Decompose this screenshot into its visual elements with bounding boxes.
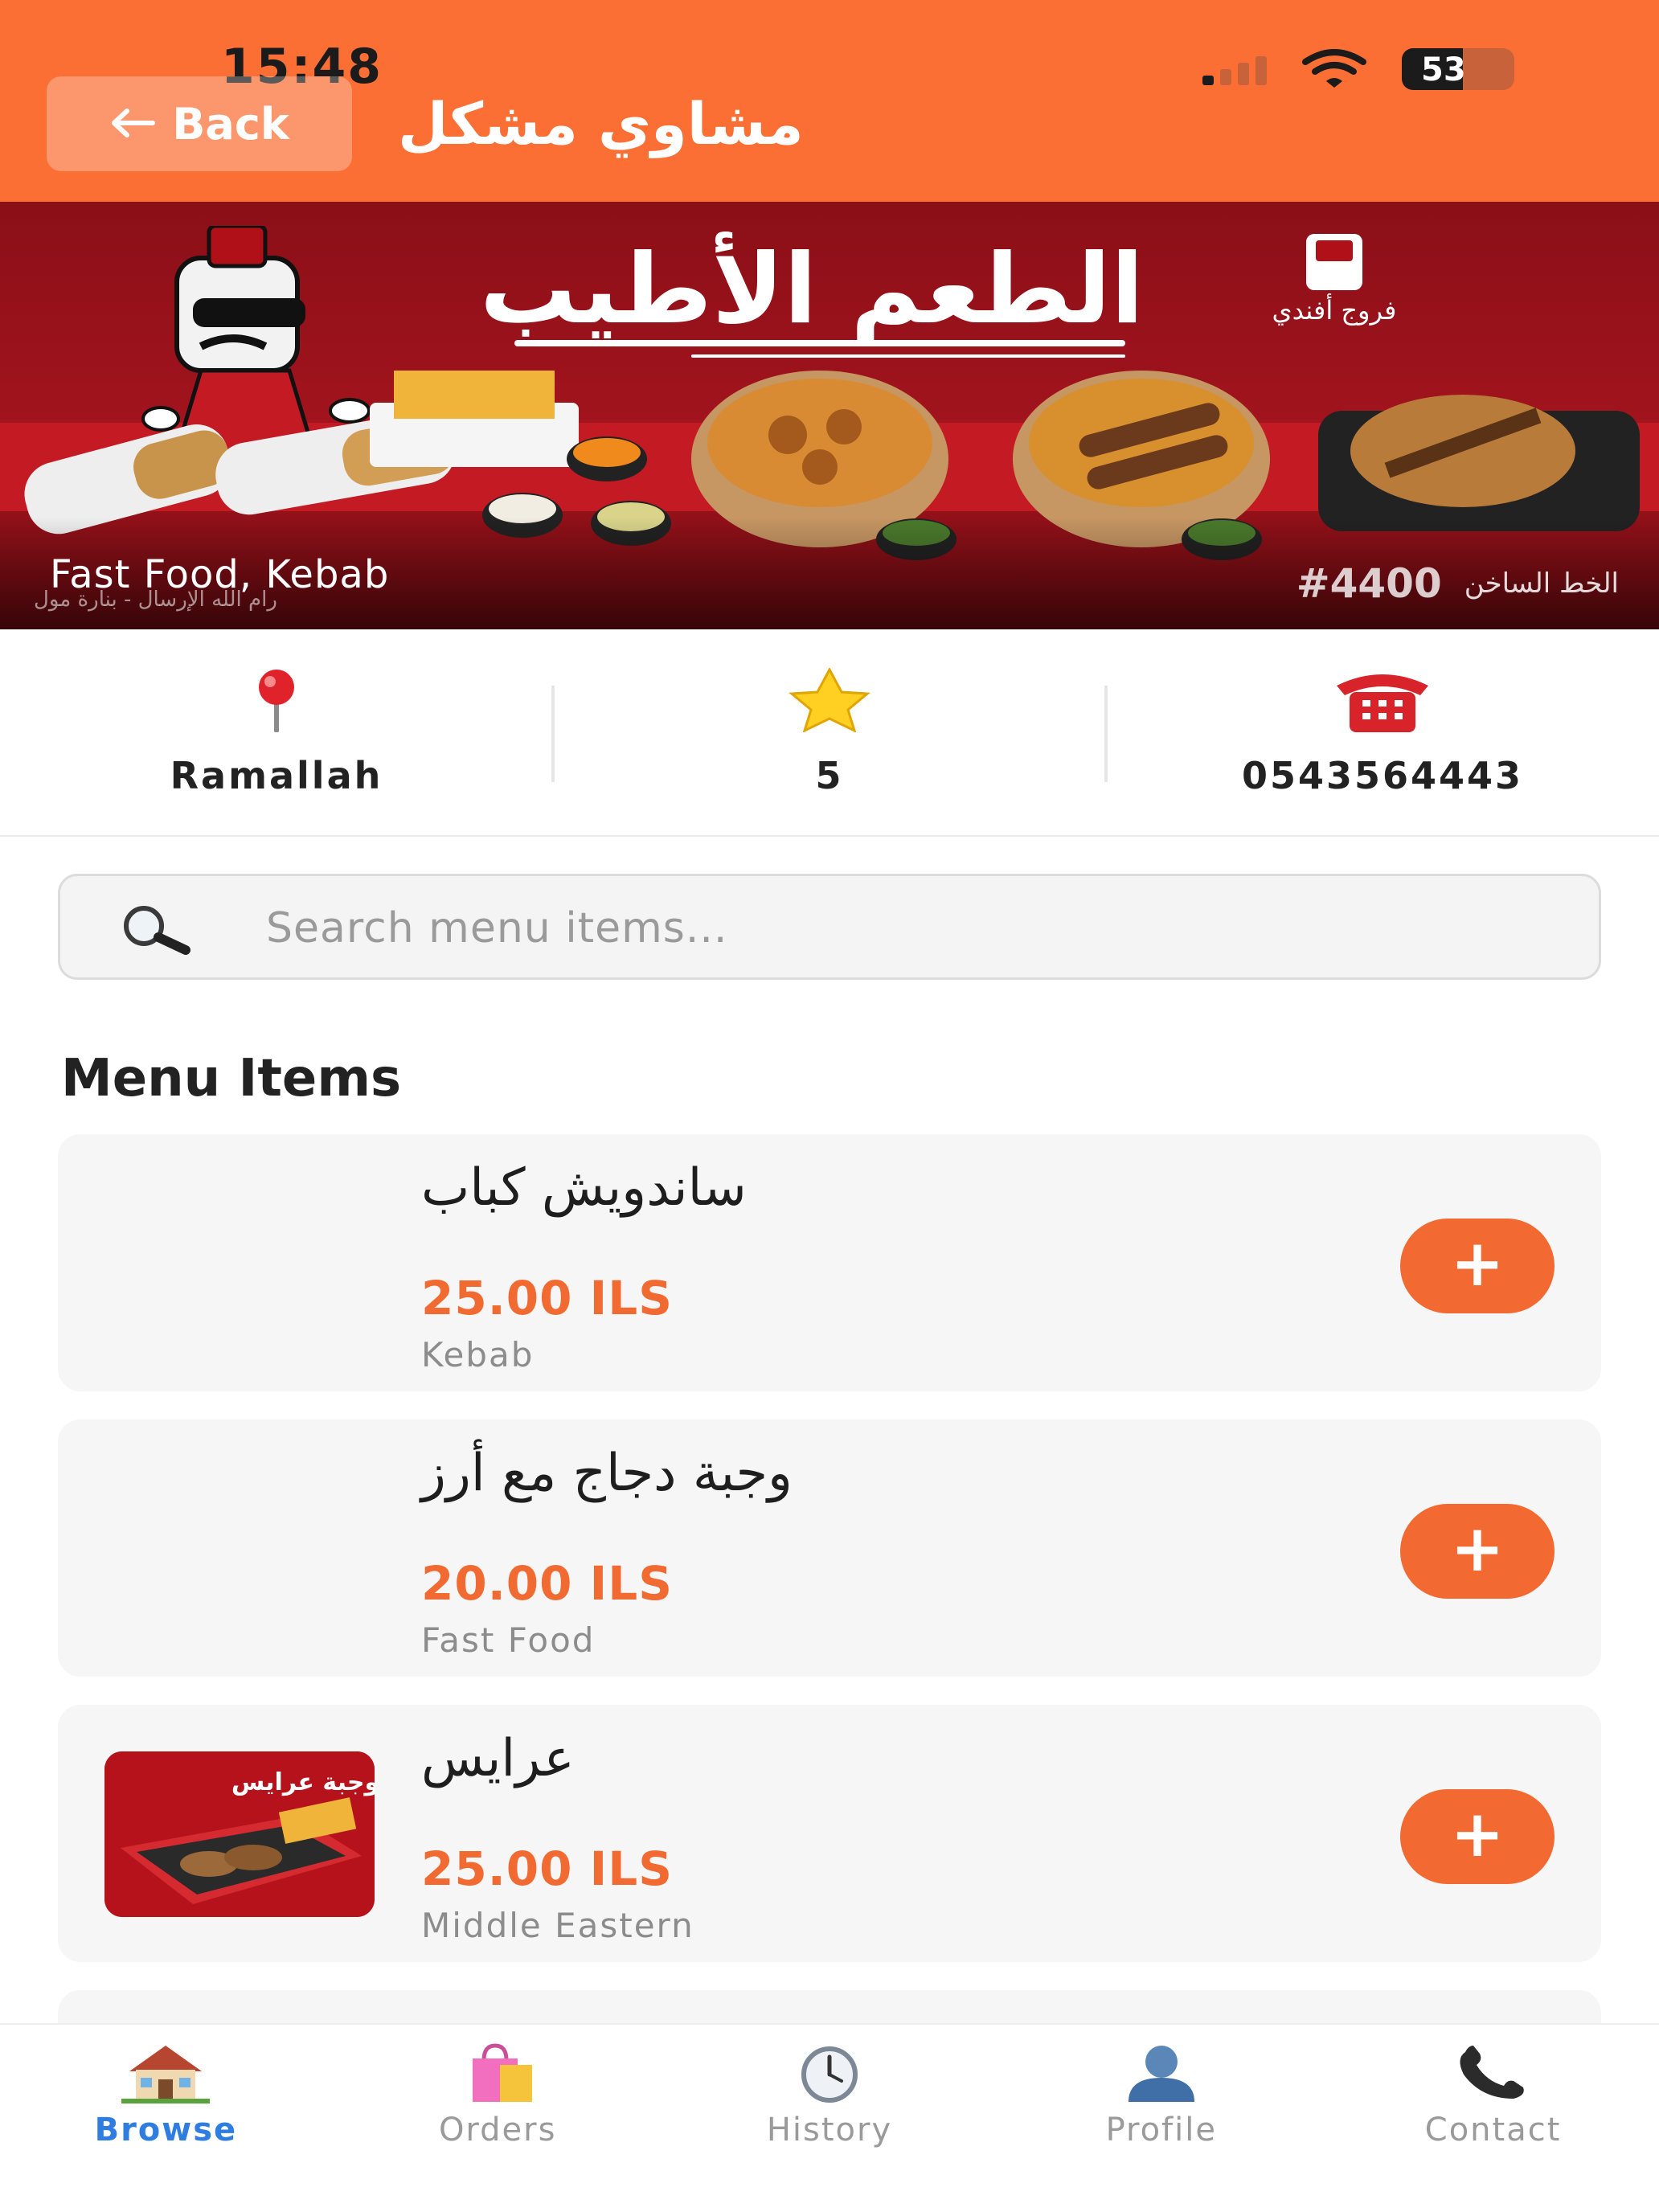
telephone-icon	[1337, 674, 1428, 732]
hotline-number: #4400	[1296, 560, 1442, 607]
battery-level: 53	[1421, 51, 1466, 88]
back-button-label: Back	[172, 98, 289, 150]
page-title: مشاوي مشكل	[398, 90, 804, 158]
map-pin-icon	[259, 670, 294, 732]
nav-contact[interactable]: Contact	[1327, 2025, 1659, 2212]
bottom-navigation: Browse Orders History Profile Contact	[0, 2023, 1659, 2212]
nav-label: Contact	[1424, 2112, 1562, 2149]
nav-browse[interactable]: Browse	[0, 2025, 332, 2212]
menu-item-price: 25.00 ILS	[421, 1271, 673, 1325]
divider	[551, 686, 555, 782]
nav-label: Profile	[1105, 2112, 1217, 2149]
back-button[interactable]: Back	[47, 76, 352, 171]
add-to-cart-button[interactable]: +	[1400, 1789, 1555, 1884]
section-title: Menu Items	[61, 1049, 402, 1108]
menu-item-category: Middle Eastern	[421, 1906, 694, 1945]
menu-item-name: عرايس	[421, 1729, 575, 1788]
menu-item-name: ساندويش كباب	[421, 1158, 747, 1218]
menu-item-card[interactable]: ساندويش كباب 25.00 ILS Kebab +	[58, 1134, 1601, 1391]
hotline: #4400 الخط الساخن	[1296, 560, 1619, 607]
hotline-label: الخط الساخن	[1464, 567, 1619, 600]
nav-label: History	[766, 2112, 893, 2149]
star-icon	[789, 668, 870, 732]
arrow-left-icon	[109, 99, 156, 150]
phone-value: 0543564443	[1241, 754, 1524, 797]
plus-icon: +	[1450, 1226, 1505, 1301]
phone-info[interactable]: 0543564443	[1106, 629, 1659, 835]
cellular-signal-icon	[1202, 53, 1267, 85]
brand-logo: فروج أفندي	[1254, 234, 1415, 326]
divider	[1104, 686, 1108, 782]
nav-history[interactable]: History	[664, 2025, 996, 2212]
nav-label: Browse	[94, 2112, 238, 2149]
wifi-icon	[1302, 49, 1366, 88]
search-icon	[124, 906, 190, 955]
clock-icon	[801, 2046, 858, 2103]
plus-icon: +	[1450, 1511, 1505, 1586]
restaurant-categories: Fast Food, Kebab	[50, 552, 390, 597]
status-indicators: 53	[1202, 48, 1514, 90]
location-value: Ramallah	[170, 754, 383, 797]
menu-item-image: وجبة عرايس	[104, 1751, 375, 1917]
brand-name: فروج أفندي	[1272, 295, 1397, 326]
menu-item-image-text: وجبة عرايس	[231, 1768, 375, 1796]
restaurant-banner: الطعم الأطيب فروج أفندي رام الله الإرسال…	[0, 202, 1659, 629]
menu-item-category: Kebab	[421, 1335, 535, 1374]
menu-item-card[interactable]: وجبة دجاج مع أرز 20.00 ILS Fast Food +	[58, 1419, 1601, 1677]
shopping-bag-icon	[473, 2043, 533, 2102]
house-icon	[121, 2046, 211, 2103]
menu-item-price: 20.00 ILS	[421, 1556, 673, 1611]
add-to-cart-button[interactable]: +	[1400, 1219, 1555, 1313]
top-header: 15:48 53 Back مشاوي مشكل	[0, 0, 1659, 202]
menu-item-category: Fast Food	[421, 1620, 596, 1660]
rating-info: 5	[553, 629, 1106, 835]
search-input[interactable]	[266, 892, 1552, 965]
location-info: Ramallah	[0, 629, 553, 835]
search-bar[interactable]	[58, 874, 1601, 980]
rating-value: 5	[815, 754, 844, 797]
nav-label: Orders	[438, 2112, 557, 2149]
phone-icon	[1460, 2046, 1524, 2099]
menu-item-price: 25.00 ILS	[421, 1841, 673, 1896]
menu-item-name: وجبة دجاج مع أرز	[421, 1444, 793, 1503]
person-icon	[1128, 2046, 1194, 2102]
plus-icon: +	[1450, 1796, 1505, 1871]
battery-icon: 53	[1402, 48, 1514, 90]
add-to-cart-button[interactable]: +	[1400, 1504, 1555, 1599]
restaurant-info-row: Ramallah 5 0543564443	[0, 629, 1659, 837]
nav-orders[interactable]: Orders	[332, 2025, 664, 2212]
menu-item-card[interactable]: وجبة عرايس عرايس 25.00 ILS Middle Easter…	[58, 1705, 1601, 1962]
nav-profile[interactable]: Profile	[995, 2025, 1327, 2212]
banner-headline: الطعم الأطيب	[479, 234, 1145, 346]
